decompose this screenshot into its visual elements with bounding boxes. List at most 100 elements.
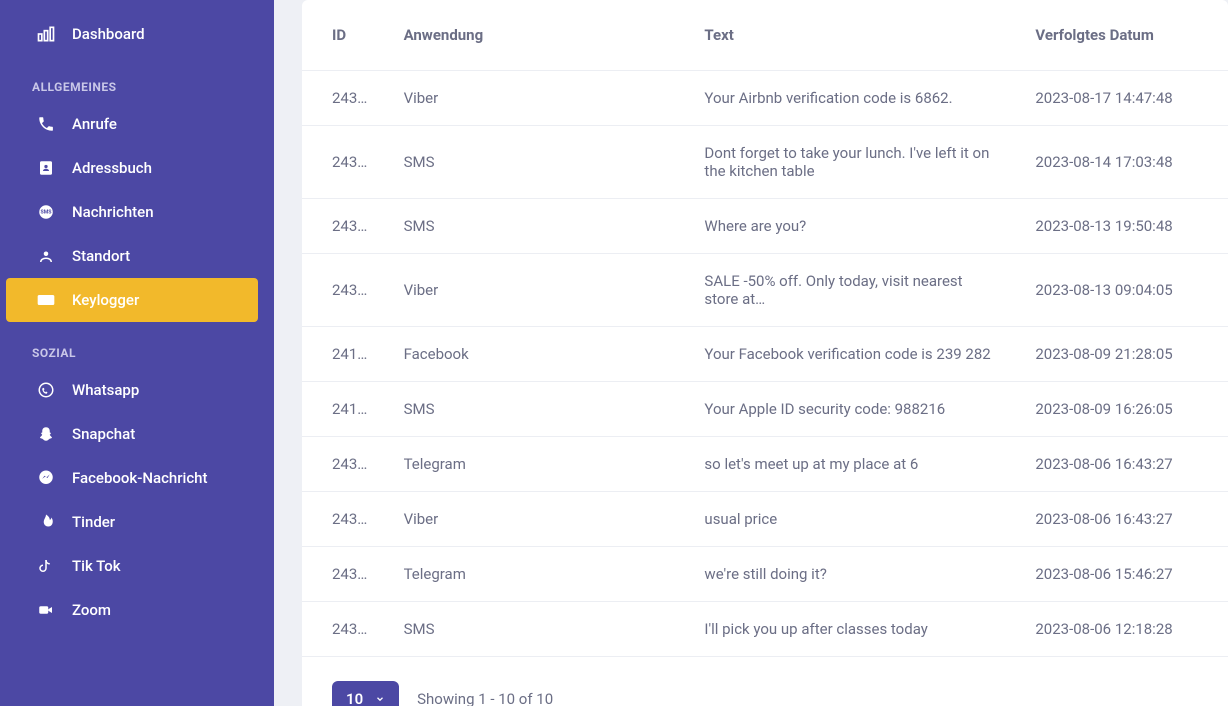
- cell-text: usual price: [686, 492, 1017, 547]
- cell-app: Viber: [386, 492, 687, 547]
- sidebar-item-tiktok[interactable]: Tik Tok: [0, 544, 274, 588]
- cell-date: 2023-08-06 15:46:27: [1017, 547, 1228, 602]
- sidebar-item-contacts[interactable]: Adressbuch: [0, 146, 274, 190]
- location-icon: [36, 246, 56, 266]
- table-header-id[interactable]: ID: [302, 0, 386, 71]
- cell-id: 241…: [302, 382, 386, 437]
- cell-app: SMS: [386, 602, 687, 657]
- sidebar-item-location[interactable]: Standort: [0, 234, 274, 278]
- cell-date: 2023-08-14 17:03:48: [1017, 126, 1228, 199]
- messages-icon: SMS: [36, 202, 56, 222]
- table-header-date[interactable]: Verfolgtes Datum: [1017, 0, 1228, 71]
- sidebar-item-label: Tik Tok: [72, 557, 121, 575]
- cell-id: 243…: [302, 199, 386, 254]
- svg-text:SMS: SMS: [40, 210, 52, 216]
- sidebar-item-label: Tinder: [72, 513, 115, 531]
- tinder-icon: [36, 512, 56, 532]
- cell-app: SMS: [386, 199, 687, 254]
- cell-app: Facebook: [386, 327, 687, 382]
- tiktok-icon: [36, 556, 56, 576]
- table-row[interactable]: 241…FacebookYour Facebook verification c…: [302, 327, 1228, 382]
- cell-text: I'll pick you up after classes today: [686, 602, 1017, 657]
- table-row[interactable]: 243…SMSI'll pick you up after classes to…: [302, 602, 1228, 657]
- sidebar-item-label: Snapchat: [72, 425, 135, 443]
- cell-date: 2023-08-09 16:26:05: [1017, 382, 1228, 437]
- main-content: ID Anwendung Text Verfolgtes Datum 243…V…: [274, 0, 1228, 706]
- cell-id: 243…: [302, 547, 386, 602]
- sidebar-item-facebook-message[interactable]: Facebook-Nachricht: [0, 456, 274, 500]
- table-row[interactable]: 243…SMSWhere are you?2023-08-13 19:50:48: [302, 199, 1228, 254]
- table-row[interactable]: 243…Telegramso let's meet up at my place…: [302, 437, 1228, 492]
- pagination: 10 Showing 1 - 10 of 10: [302, 657, 1228, 706]
- cell-text: Your Airbnb verification code is 6862.: [686, 71, 1017, 126]
- cell-app: Telegram: [386, 547, 687, 602]
- cell-date: 2023-08-09 21:28:05: [1017, 327, 1228, 382]
- sidebar-item-calls[interactable]: Anrufe: [0, 102, 274, 146]
- keylogger-table: ID Anwendung Text Verfolgtes Datum 243…V…: [302, 0, 1228, 657]
- cell-date: 2023-08-17 14:47:48: [1017, 71, 1228, 126]
- sidebar-item-label: Nachrichten: [72, 203, 154, 221]
- sidebar-item-keylogger[interactable]: Keylogger: [6, 278, 258, 322]
- cell-app: Viber: [386, 71, 687, 126]
- sidebar-item-messages[interactable]: SMS Nachrichten: [0, 190, 274, 234]
- cell-id: 243…: [302, 254, 386, 327]
- sidebar-item-label: Facebook-Nachricht: [72, 469, 208, 487]
- sidebar-item-label: Whatsapp: [72, 381, 139, 399]
- table-row[interactable]: 243…Viberusual price2023-08-06 16:43:27: [302, 492, 1228, 547]
- sidebar-item-tinder[interactable]: Tinder: [0, 500, 274, 544]
- phone-icon: [36, 114, 56, 134]
- snapchat-icon: [36, 424, 56, 444]
- cell-app: SMS: [386, 126, 687, 199]
- pagination-showing: Showing 1 - 10 of 10: [417, 690, 553, 706]
- table-row[interactable]: 243…Telegramwe're still doing it?2023-08…: [302, 547, 1228, 602]
- cell-app: Telegram: [386, 437, 687, 492]
- sidebar-item-snapchat[interactable]: Snapchat: [0, 412, 274, 456]
- cell-text: SALE -50% off. Only today, visit nearest…: [686, 254, 1017, 327]
- sidebar-item-label: Adressbuch: [72, 159, 152, 177]
- sidebar-item-label: Zoom: [72, 601, 111, 619]
- sidebar-item-whatsapp[interactable]: Whatsapp: [0, 368, 274, 412]
- table-row[interactable]: 241…SMSYour Apple ID security code: 9882…: [302, 382, 1228, 437]
- cell-text: we're still doing it?: [686, 547, 1017, 602]
- contacts-icon: [36, 158, 56, 178]
- cell-text: so let's meet up at my place at 6: [686, 437, 1017, 492]
- chevron-down-icon: [375, 694, 385, 704]
- sidebar-section-social: SOZIAL: [0, 322, 274, 368]
- cell-text: Dont forget to take your lunch. I've lef…: [686, 126, 1017, 199]
- page-size-select[interactable]: 10: [332, 681, 399, 706]
- messenger-icon: [36, 468, 56, 488]
- table-header-text[interactable]: Text: [686, 0, 1017, 71]
- dashboard-icon: [36, 24, 56, 44]
- sidebar-item-label: Anrufe: [72, 115, 117, 133]
- cell-app: SMS: [386, 382, 687, 437]
- cell-text: Your Apple ID security code: 988216: [686, 382, 1017, 437]
- cell-date: 2023-08-13 09:04:05: [1017, 254, 1228, 327]
- cell-id: 243…: [302, 602, 386, 657]
- sidebar-item-zoom[interactable]: Zoom: [0, 588, 274, 632]
- table-row[interactable]: 243…ViberYour Airbnb verification code i…: [302, 71, 1228, 126]
- cell-text: Where are you?: [686, 199, 1017, 254]
- cell-date: 2023-08-13 19:50:48: [1017, 199, 1228, 254]
- sidebar: Dashboard ALLGEMEINES Anrufe Adressbuch …: [0, 0, 274, 706]
- video-icon: [36, 600, 56, 620]
- keyboard-icon: [36, 290, 56, 310]
- sidebar-section-general: ALLGEMEINES: [0, 56, 274, 102]
- sidebar-item-dashboard[interactable]: Dashboard: [0, 12, 274, 56]
- cell-id: 243…: [302, 437, 386, 492]
- sidebar-item-label: Keylogger: [72, 291, 139, 309]
- cell-app: Viber: [386, 254, 687, 327]
- cell-id: 243…: [302, 71, 386, 126]
- cell-id: 243…: [302, 126, 386, 199]
- cell-text: Your Facebook verification code is 239 2…: [686, 327, 1017, 382]
- cell-date: 2023-08-06 16:43:27: [1017, 492, 1228, 547]
- sidebar-item-label: Dashboard: [72, 25, 145, 43]
- cell-id: 241…: [302, 327, 386, 382]
- cell-id: 243…: [302, 492, 386, 547]
- table-row[interactable]: 243…SMSDont forget to take your lunch. I…: [302, 126, 1228, 199]
- whatsapp-icon: [36, 380, 56, 400]
- table-header-app[interactable]: Anwendung: [386, 0, 687, 71]
- page-size-value: 10: [346, 690, 363, 706]
- sidebar-item-label: Standort: [72, 247, 130, 265]
- cell-date: 2023-08-06 12:18:28: [1017, 602, 1228, 657]
- table-row[interactable]: 243…ViberSALE -50% off. Only today, visi…: [302, 254, 1228, 327]
